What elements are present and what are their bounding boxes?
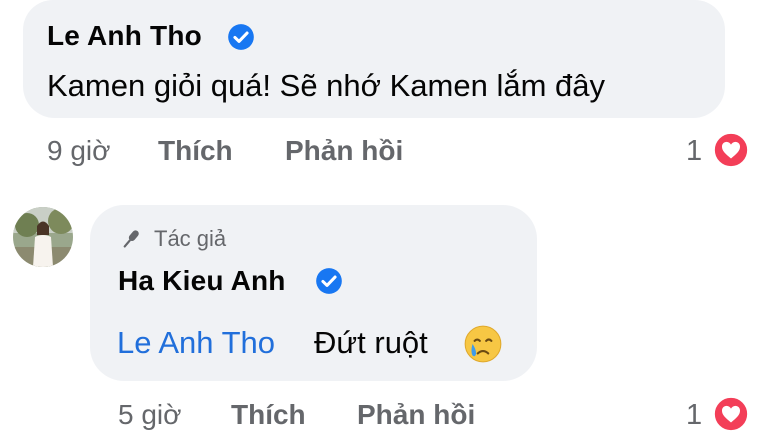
heart-reaction-icon[interactable] — [712, 395, 750, 433]
author-badge-label: Tác giả — [154, 226, 227, 251]
comment-author-name[interactable]: Le Anh Tho — [47, 20, 202, 52]
avatar-photo — [13, 207, 73, 267]
reply-button[interactable]: Phản hồi — [285, 135, 403, 167]
heart-reaction-icon[interactable] — [712, 131, 750, 169]
comment-timestamp[interactable]: 9 giờ — [47, 135, 111, 167]
comment-text: Kamen giỏi quá! Sẽ nhớ Kamen lắm đây — [47, 68, 605, 103]
reply-timestamp[interactable]: 5 giờ — [118, 399, 182, 431]
verified-badge-icon — [316, 268, 342, 294]
mention-link[interactable]: Le Anh Tho — [117, 325, 275, 361]
crying-face-emoji-icon — [464, 325, 502, 363]
reply-author-name[interactable]: Ha Kieu Anh — [118, 265, 286, 297]
reaction-count[interactable]: 1 — [686, 399, 702, 432]
avatar[interactable] — [13, 207, 73, 267]
reaction-count[interactable]: 1 — [686, 135, 702, 168]
like-button[interactable]: Thích — [158, 135, 233, 167]
like-button[interactable]: Thích — [231, 399, 306, 431]
reply-text: Đứt ruột — [314, 325, 428, 360]
microphone-icon — [123, 230, 139, 248]
verified-badge-icon — [228, 24, 254, 50]
reply-button[interactable]: Phản hồi — [357, 399, 475, 431]
